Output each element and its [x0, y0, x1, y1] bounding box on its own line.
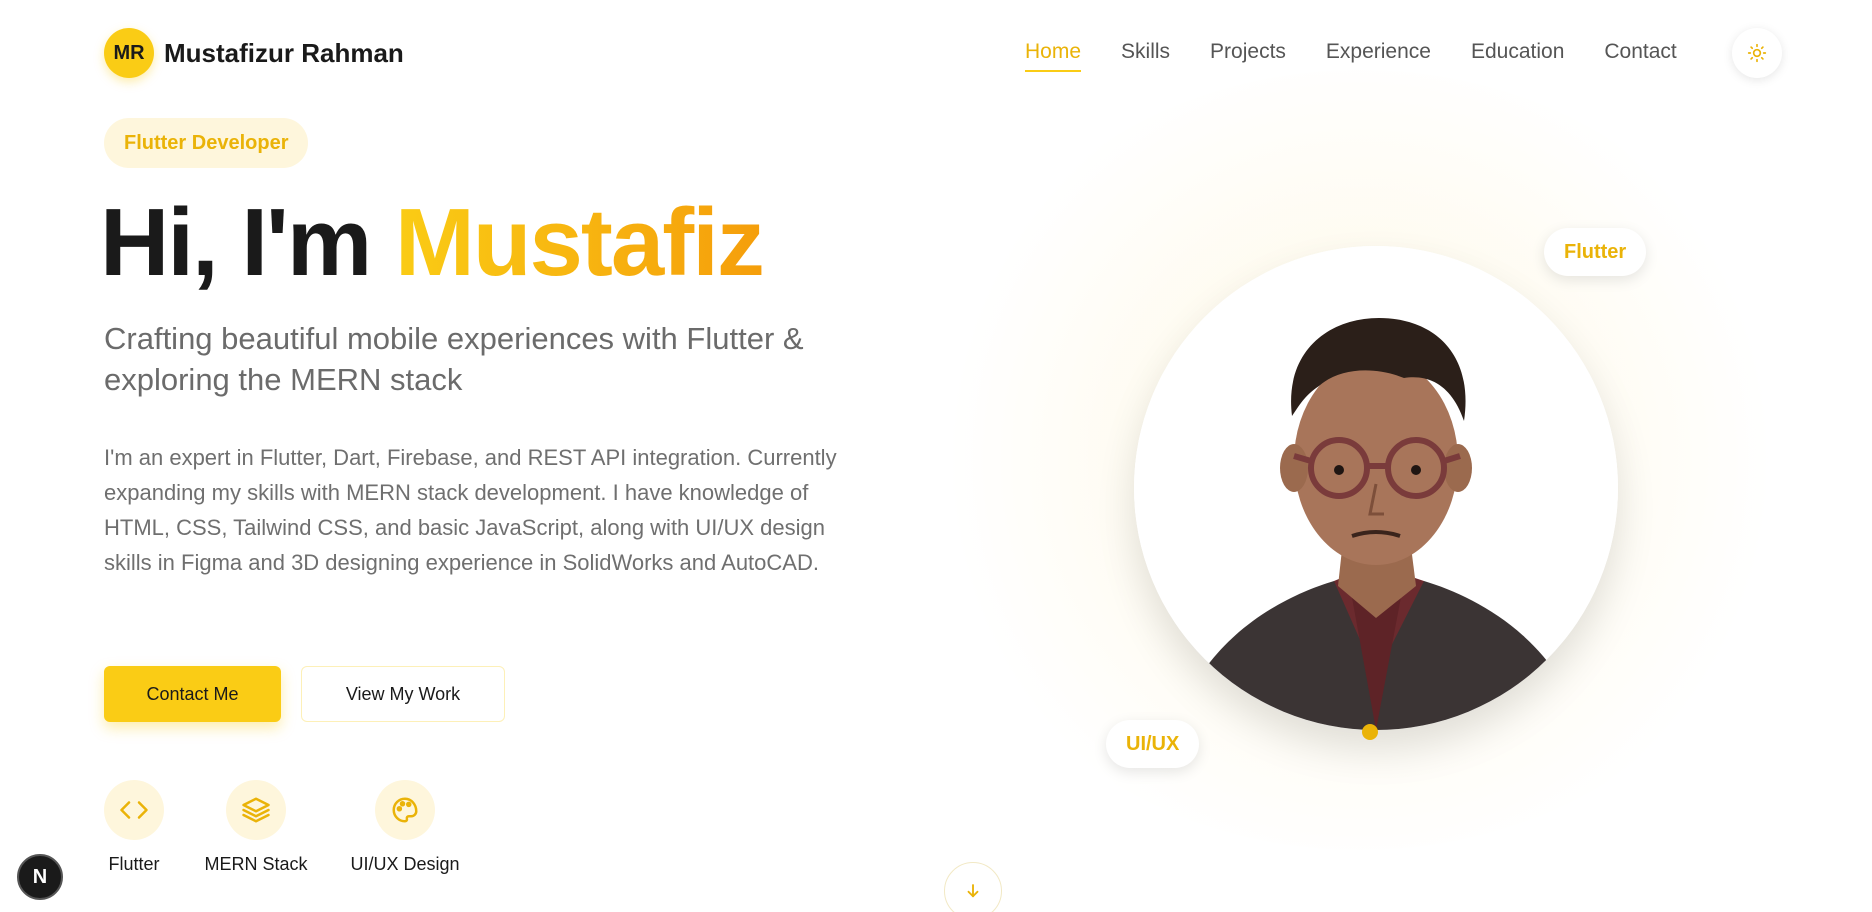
brand-logo[interactable]: MR: [104, 28, 154, 78]
portrait-indicator-dot: [1362, 724, 1378, 740]
skill-uiux-design: UI/UX Design: [350, 780, 460, 875]
portrait-illustration: [1134, 246, 1618, 730]
scroll-down-button[interactable]: [944, 862, 1002, 912]
hero-subtitle: Crafting beautiful mobile experiences wi…: [104, 321, 804, 397]
nav-experience[interactable]: Experience: [1326, 40, 1431, 72]
hero-title: Hi, I'm Mustafiz: [100, 188, 765, 298]
code-icon: [104, 780, 164, 840]
sun-icon: [1747, 43, 1767, 63]
nav-home[interactable]: Home: [1025, 40, 1082, 72]
main-nav: Home Skills Projects Experience Educatio…: [1025, 40, 1717, 72]
hero-title-name: Mustafiz: [394, 189, 765, 296]
profile-photo: [1134, 246, 1618, 730]
brand[interactable]: MR Mustafizur Rahman: [104, 28, 404, 78]
arrow-down-icon: [967, 884, 979, 898]
nav-contact[interactable]: Contact: [1604, 40, 1676, 72]
nav-projects[interactable]: Projects: [1210, 40, 1286, 72]
skill-label: MERN Stack: [204, 854, 308, 874]
palette-icon: [375, 780, 435, 840]
nextjs-dev-badge[interactable]: N: [17, 854, 63, 900]
floating-tag-uiux: UI/UX: [1106, 720, 1200, 768]
contact-me-button[interactable]: Contact Me: [104, 666, 281, 722]
layers-icon: [226, 780, 286, 840]
nav-skills[interactable]: Skills: [1121, 40, 1170, 72]
hero-description: I'm an expert in Flutter, Dart, Firebase…: [104, 445, 837, 575]
hero-title-prefix: Hi, I'm: [100, 189, 395, 296]
nav-education[interactable]: Education: [1471, 40, 1564, 72]
view-my-work-button[interactable]: View My Work: [301, 666, 505, 722]
floating-tag-flutter: Flutter: [1544, 228, 1647, 276]
theme-toggle-button[interactable]: [1732, 28, 1782, 78]
skill-label: Flutter: [108, 854, 160, 874]
skill-mern-stack: MERN Stack: [204, 780, 308, 875]
skill-flutter: Flutter: [104, 780, 164, 875]
brand-name[interactable]: Mustafizur Rahman: [164, 38, 404, 69]
site-header: MR Mustafizur Rahman Home Skills Project…: [0, 0, 1872, 106]
role-badge: Flutter Developer: [104, 118, 309, 168]
skill-label: UI/UX Design: [350, 854, 460, 874]
